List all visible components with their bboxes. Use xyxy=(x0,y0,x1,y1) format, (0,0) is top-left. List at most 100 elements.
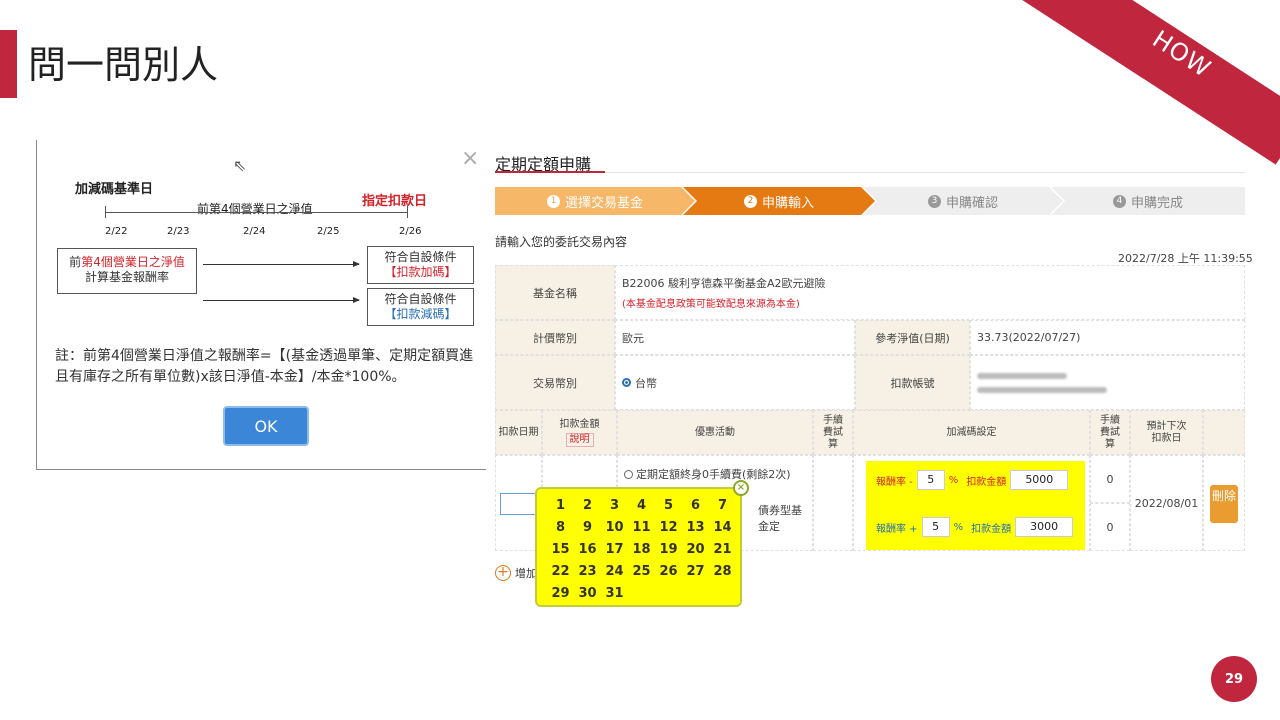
calendar-day[interactable]: 29 xyxy=(547,583,574,605)
calendar-day[interactable]: 24 xyxy=(601,561,628,583)
arrow-right xyxy=(203,261,360,267)
timeline-date: 2/23 xyxy=(167,226,190,237)
trade-currency-cell: 台幣 xyxy=(615,355,855,410)
amount-label: 扣款金額 xyxy=(971,523,1012,535)
calendar-day[interactable]: 5 xyxy=(655,495,682,517)
radio-selected-icon[interactable] xyxy=(622,378,631,387)
title-underline xyxy=(495,171,605,173)
plus-icon: + xyxy=(495,565,511,581)
calendar-day[interactable]: 15 xyxy=(547,539,574,561)
day-picker: 1 2 3 4 5 6 7 8 9 10 11 12 13 14 15 16 17 18 19 20 21 22 23 24 2… xyxy=(535,487,742,607)
step-1[interactable]: 1 選擇交易基金 xyxy=(495,187,695,215)
box-line2: 【扣款減碼】 xyxy=(384,307,457,321)
step-label: 申購完成 xyxy=(1130,195,1183,211)
fund-name: B22006 駿利亨德森平衡基金A2歐元避險 xyxy=(622,277,826,290)
step-label: 申購輸入 xyxy=(761,195,814,211)
calendar-day[interactable]: 28 xyxy=(709,561,736,583)
amount-input[interactable]: 3000 xyxy=(1015,517,1074,537)
timeline-date: 2/22 xyxy=(105,226,128,237)
designated-date-label: 指定扣款日 xyxy=(362,194,428,209)
delete-button[interactable]: 刪除 xyxy=(1210,485,1238,523)
slide-title: 問一問別人 xyxy=(28,43,219,87)
calendar-day[interactable]: 22 xyxy=(547,561,574,583)
rate-label: 報酬率 - xyxy=(876,476,913,488)
calendar-day[interactable]: 6 xyxy=(682,495,709,517)
debit-account-blurred[interactable] xyxy=(970,355,1245,410)
calendar-day[interactable]: 14 xyxy=(709,517,736,539)
rate-input[interactable]: 5 xyxy=(921,517,950,537)
timestamp: 2022/7/28 上午 11:39:55 xyxy=(1118,252,1253,265)
nav-label: 前第4個營業日之淨值 xyxy=(197,202,313,216)
calendar-day[interactable]: 16 xyxy=(574,539,601,561)
calendar-day[interactable]: 13 xyxy=(682,517,709,539)
timeline-tick-end xyxy=(407,206,408,218)
timeline-date: 2/25 xyxy=(317,226,340,237)
mouse-cursor-icon: ⇖ xyxy=(233,156,247,175)
timeline-tick-start xyxy=(105,206,106,218)
amount-label: 扣款金額 xyxy=(966,476,1007,488)
add-label: 增加 xyxy=(515,567,537,580)
day-grid: 1 2 3 4 5 6 7 8 9 10 11 12 13 14 15 16 17 18 19 20 21 22 23 24 2… xyxy=(547,495,736,605)
header-empty xyxy=(1203,410,1245,455)
ok-button[interactable]: OK xyxy=(223,406,309,446)
ref-nav-label: 參考淨值(日期) xyxy=(855,320,970,355)
promo-text: 定期定額終身0手續費(剩餘2次) xyxy=(636,468,791,481)
calendar-day[interactable]: 20 xyxy=(682,539,709,561)
calendar-day[interactable]: 18 xyxy=(628,539,655,561)
box-line2: 計算基金報酬率 xyxy=(84,270,169,284)
debit-date-input[interactable] xyxy=(500,493,538,515)
fund-name-label: 基金名稱 xyxy=(495,265,615,320)
decrease-box: 符合自設條件 【扣款減碼】 xyxy=(367,288,474,326)
calendar-day[interactable]: 21 xyxy=(709,539,736,561)
step-number: 4 xyxy=(1112,194,1126,208)
calendar-day[interactable]: 1 xyxy=(547,495,574,517)
promo-option-1[interactable]: 定期定額終身0手續費(剩餘2次) xyxy=(624,466,791,482)
header-text: 扣款金額 xyxy=(559,418,600,430)
rate-input[interactable]: 5 xyxy=(916,470,945,490)
calendar-day[interactable]: 3 xyxy=(601,495,628,517)
calendar-day[interactable]: 9 xyxy=(574,517,601,539)
calendar-day[interactable]: 11 xyxy=(628,517,655,539)
title-divider xyxy=(495,172,1245,173)
calendar-day[interactable]: 4 xyxy=(628,495,655,517)
calendar-day[interactable]: 7 xyxy=(709,495,736,517)
add-row-button[interactable]: + 增加 xyxy=(495,565,537,581)
calendar-close-icon[interactable]: × xyxy=(733,480,749,496)
fee-calc-cell xyxy=(813,455,853,551)
calendar-day[interactable]: 8 xyxy=(547,517,574,539)
trade-currency-label: 交易幣別 xyxy=(495,355,615,410)
close-icon[interactable]: × xyxy=(461,148,479,170)
header-next-debit: 預計下次扣款日 xyxy=(1130,410,1203,455)
increase-box: 符合自設條件 【扣款加碼】 xyxy=(367,246,474,284)
fund-name-cell: B22006 駿利亨德森平衡基金A2歐元避險 (本基金配息政策可能致配息來源為本… xyxy=(615,265,1245,320)
ref-nav-value: 33.73(2022/07/27) xyxy=(970,320,1245,355)
trade-currency-value: 台幣 xyxy=(635,376,657,390)
nav-return-box: 前第4個營業日之淨值 計算基金報酬率 xyxy=(57,248,197,294)
calendar-day[interactable]: 19 xyxy=(655,539,682,561)
calendar-day[interactable]: 2 xyxy=(574,495,601,517)
explain-link[interactable]: 說明 xyxy=(565,432,594,447)
fee-value: 0 xyxy=(1090,503,1130,551)
calendar-day[interactable]: 23 xyxy=(574,561,601,583)
calendar-day[interactable]: 26 xyxy=(655,561,682,583)
step-progress: 1 選擇交易基金 2 申購輸入 3 申購確認 4 申購完成 xyxy=(495,187,1245,215)
amount-input[interactable]: 5000 xyxy=(1010,470,1069,490)
fee-value: 0 xyxy=(1090,455,1130,503)
step-number: 2 xyxy=(743,194,757,208)
calendar-day[interactable]: 27 xyxy=(682,561,709,583)
radio-icon xyxy=(624,470,633,479)
calendar-day[interactable]: 12 xyxy=(655,517,682,539)
corner-ribbon xyxy=(1007,0,1280,165)
header-promotion: 優惠活動 xyxy=(617,410,813,455)
box-line1: 符合自設條件 xyxy=(384,250,457,264)
calendar-day[interactable]: 31 xyxy=(601,583,628,605)
calendar-day[interactable]: 25 xyxy=(628,561,655,583)
fund-note: (本基金配息政策可能致配息來源為本金) xyxy=(622,299,800,310)
step-number: 1 xyxy=(546,194,560,208)
title-accent-bar xyxy=(0,30,17,98)
info-dialog: × ⇖ 加減碼基準日 前第4個營業日之淨值 指定扣款日 2/22 2/23 2/… xyxy=(36,140,486,470)
calendar-day[interactable]: 17 xyxy=(601,539,628,561)
calendar-day[interactable]: 30 xyxy=(574,583,601,605)
calendar-day[interactable]: 10 xyxy=(601,517,628,539)
step-label: 申購確認 xyxy=(945,195,998,211)
